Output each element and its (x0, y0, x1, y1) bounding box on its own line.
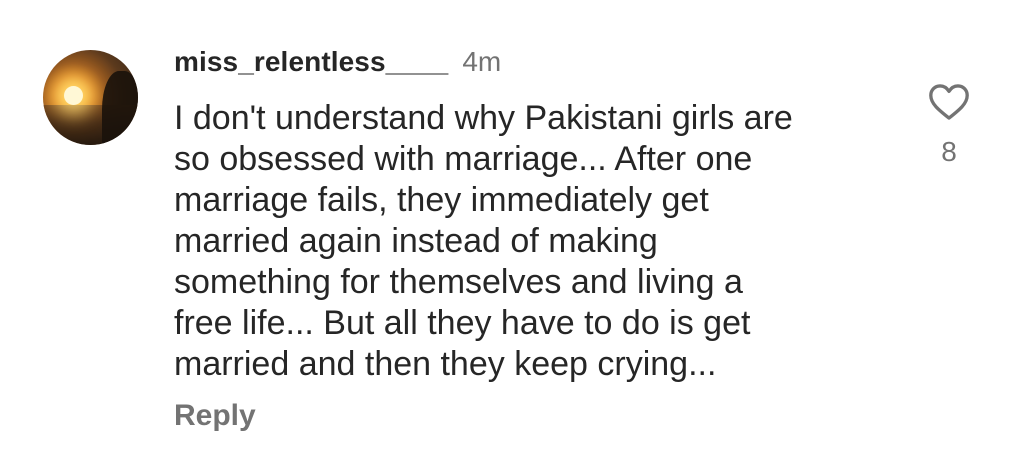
comment-timestamp: 4m (462, 46, 502, 77)
comment-meta: miss_relentless____ 4m (174, 44, 501, 80)
comment-text: I don't understand why Pakistani girls a… (174, 99, 793, 383)
reply-button[interactable]: Reply (174, 399, 256, 433)
avatar-sun (63, 86, 83, 106)
heart-icon[interactable] (928, 82, 970, 122)
like-control: 8 (922, 82, 976, 168)
username-link[interactable]: miss_relentless____ (174, 46, 448, 78)
avatar-silhouette (101, 70, 138, 145)
comment-item: miss_relentless____ 4m I don't understan… (0, 0, 1024, 467)
like-count: 8 (941, 136, 957, 167)
avatar[interactable] (43, 50, 138, 145)
